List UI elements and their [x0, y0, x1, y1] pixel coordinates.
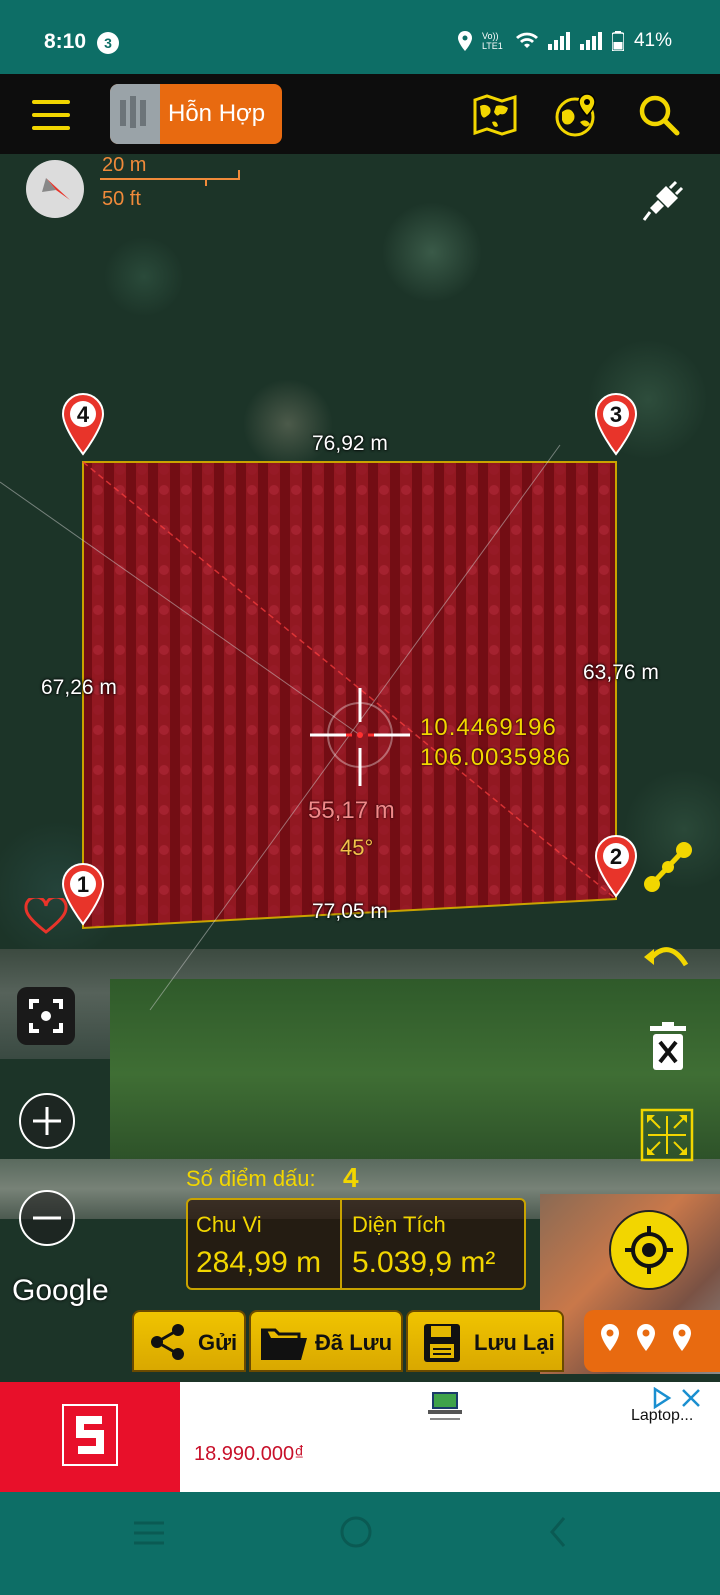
points-count-label: Số điểm dấu:: [186, 1166, 316, 1191]
left-edge-length: 67,26 m: [41, 676, 117, 699]
focus-frame-icon: [29, 999, 63, 1033]
crosshair-longitude: 106.0035986: [420, 744, 572, 771]
share-icon: [151, 1324, 184, 1360]
ad-logo-icon: [62, 1404, 118, 1466]
my-location-button[interactable]: [609, 1210, 689, 1290]
fit-bounds-icon[interactable]: [640, 1108, 694, 1162]
save-label: Lưu Lại: [474, 1330, 555, 1355]
markers-toggle-button[interactable]: [584, 1310, 720, 1372]
plus-icon: [33, 1107, 61, 1135]
minus-icon: [33, 1216, 61, 1220]
save-button[interactable]: Lưu Lại: [406, 1310, 564, 1372]
ad-product-thumbnail: [426, 1390, 464, 1424]
back-icon[interactable]: [546, 1514, 570, 1550]
points-count-value: 4: [343, 1162, 359, 1193]
saved-label: Đã Lưu: [315, 1330, 393, 1355]
bottom-edge-length: 77,05 m: [312, 900, 388, 923]
scale-bar-tick-2: [205, 178, 207, 186]
marker-label: 1: [76, 872, 90, 897]
measurement-summary-panel: Chu Vi 284,99 m Diện Tích 5.039,9 m²: [186, 1198, 526, 1290]
zoom-in-button[interactable]: [19, 1093, 75, 1149]
scale-metric: 20 m: [102, 154, 147, 176]
save-disk-icon: [424, 1324, 460, 1362]
scale-bar: [100, 178, 240, 180]
ad-choices-icon[interactable]: [651, 1387, 673, 1409]
marker-pin-2[interactable]: 2: [594, 834, 638, 898]
folder-icon: [261, 1328, 307, 1360]
marker-pin-3[interactable]: 3: [594, 392, 638, 456]
scale-bar-tick: [238, 170, 240, 180]
zoom-out-button[interactable]: [19, 1190, 75, 1246]
measure-line-tool-icon[interactable]: [640, 838, 696, 894]
send-button[interactable]: Gửi: [132, 1310, 246, 1372]
diagonal-length: 55,17 m: [308, 797, 395, 824]
crosshair-latitude: 10.4469196: [420, 714, 557, 741]
diagonal-angle: 45°: [340, 835, 374, 860]
scale-imperial: 50 ft: [102, 188, 141, 210]
favorite-icon[interactable]: [24, 898, 68, 936]
google-attribution: Google: [12, 1274, 109, 1307]
plug-icon[interactable]: [640, 178, 686, 224]
area-label: Diện Tích: [352, 1212, 446, 1237]
ad-price: 18.990.000₫: [194, 1443, 305, 1465]
home-icon[interactable]: [338, 1514, 374, 1550]
marker-pin-4[interactable]: 4: [61, 392, 105, 456]
system-nav-bar: [0, 1492, 720, 1595]
send-label: Gửi: [198, 1330, 238, 1355]
marker-label: 2: [609, 844, 623, 869]
area-value: 5.039,9 m²: [352, 1246, 496, 1279]
compass-icon[interactable]: [26, 160, 84, 218]
recent-apps-icon[interactable]: [132, 1518, 166, 1548]
marker-label: 3: [609, 402, 623, 427]
top-edge-length: 76,92 m: [312, 432, 388, 455]
perimeter-value: 284,99 m: [196, 1246, 322, 1279]
panel-divider: [340, 1200, 342, 1288]
ad-close-icon[interactable]: [680, 1387, 702, 1409]
ad-product-text: Laptop...: [631, 1407, 694, 1424]
perimeter-label: Chu Vi: [196, 1212, 262, 1237]
marker-label: 4: [76, 402, 90, 427]
gps-target-icon: [625, 1226, 673, 1274]
focus-button[interactable]: [17, 987, 75, 1045]
delete-icon[interactable]: [648, 1022, 688, 1072]
saved-button[interactable]: Đã Lưu: [249, 1310, 403, 1372]
undo-icon[interactable]: [640, 935, 692, 979]
right-edge-length: 63,76 m: [583, 661, 659, 684]
multi-pin-icon: [601, 1324, 691, 1351]
ad-brand-logo[interactable]: [0, 1382, 180, 1492]
